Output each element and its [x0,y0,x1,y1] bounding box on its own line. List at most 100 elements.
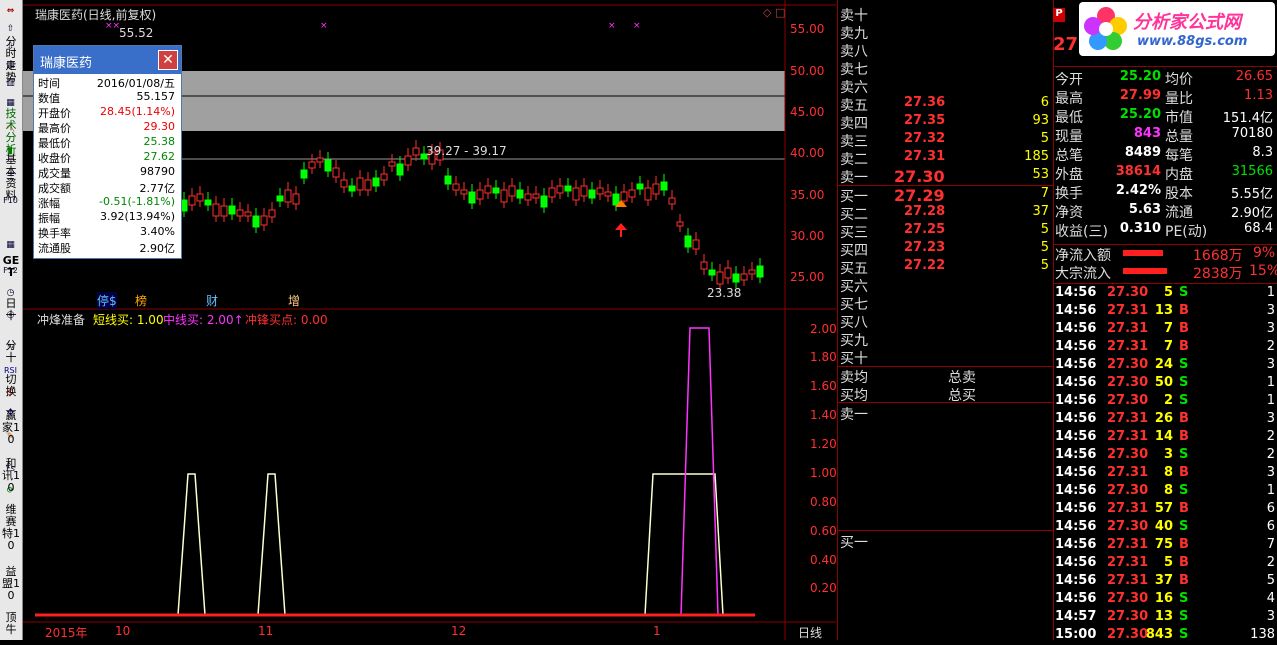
badge-finance[interactable]: 财 [206,292,218,309]
toolbar-label-day[interactable]: 日十 [2,298,20,322]
toolbar-label-dingniu[interactable]: 顶牛 [2,612,20,638]
diamond-icon[interactable]: ◇ [763,6,771,19]
candle-body [372,177,380,187]
logo-text: 分析家公式网 [1133,12,1241,33]
toolbar-label-min[interactable]: 分十 [2,340,20,364]
candle-body [564,185,572,192]
buy-level[interactable]: 买八 [838,312,1053,331]
badge-increase[interactable]: 增 [288,292,300,309]
tick-row[interactable]: 14:56 27.31 5 B 2 [1055,555,1277,573]
ind-y-tick: 2.00 [810,322,837,336]
sell-level[interactable]: 卖六 [838,77,1053,96]
buy-level[interactable]: 买二 27.28 37 [838,204,1053,223]
tick-row[interactable]: 14:56 27.31 14 B 2 [1055,429,1277,447]
y-tick-25: 25.00 [790,270,825,284]
toolbar-label-yingjia[interactable]: 赢家10 [2,410,20,446]
tick-count: 3 [1266,321,1275,336]
tick-row[interactable]: 14:56 27.30 24 S 3 [1055,357,1277,375]
buy-level[interactable]: 买十 [838,348,1053,367]
sell-price: 27.36 [904,95,946,110]
sell-level[interactable]: 卖七 [838,59,1053,78]
toolbar-label-yimeng[interactable]: 益盟10 [2,566,20,602]
popup-row-key: 收盘价 [38,152,71,165]
period-label[interactable]: 日线 [798,624,822,641]
x-label-oct: 10 [115,624,131,638]
tick-row[interactable]: 14:56 27.30 16 S 4 [1055,591,1277,609]
tick-price: 27.31 [1107,573,1149,588]
square-icon[interactable]: □ [775,6,785,19]
sell-level[interactable]: 卖四 27.35 93 [838,113,1053,132]
quote-value: 0.310 [1119,221,1161,236]
sell-level[interactable]: 卖八 [838,41,1053,60]
logo-banner[interactable]: 分析家公式网 www.88gs.com [1079,2,1275,56]
buy-level[interactable]: 买七 [838,294,1053,313]
p-badge-icon[interactable]: P [1053,8,1065,22]
buy-level[interactable]: 买五 27.22 5 [838,258,1053,277]
candle-body [196,193,204,202]
y-tick-55: 55.00 [790,22,825,36]
sell-level[interactable]: 卖三 27.32 5 [838,131,1053,150]
quote-key: 市值 [1165,110,1193,126]
tick-list[interactable]: 14:56 27.30 5 S 1 14:56 27.31 13 B 3 14:56 27.31 7 B 3… [1055,285,1277,642]
ind-y-tick: 1.20 [810,437,837,451]
quote-row: 最高 27.99 量比 1.13 [1053,88,1277,107]
badge-stop[interactable]: 停$ [97,292,117,309]
indicator-name[interactable]: 冲烽准备 [37,311,85,328]
tick-time: 14:57 [1055,609,1097,624]
tick-volume: 13 [1154,303,1173,318]
toolbar-label-2[interactable]: 技术分析 [2,108,20,156]
tick-row[interactable]: 14:56 27.31 26 B 3 [1055,411,1277,429]
sell-level[interactable]: 卖一 27.30 53 [838,167,1053,186]
tick-row[interactable]: 14:56 27.31 37 B 5 [1055,573,1277,591]
tick-row[interactable]: 14:56 27.30 2 S 1 [1055,393,1277,411]
buy-level[interactable]: 买六 [838,276,1053,295]
quote-key: 总量 [1165,129,1193,145]
tick-row[interactable]: 14:56 27.31 57 B 6 [1055,501,1277,519]
tick-row[interactable]: 15:00 27.30 843 S 138 [1055,627,1277,645]
popup-row-key: 成交量 [38,167,71,180]
expand-icon[interactable]: ⇔ [1,2,20,19]
tick-row[interactable]: 14:56 27.31 13 B 3 [1055,303,1277,321]
buy-level[interactable]: 买九 [838,330,1053,349]
tick-row[interactable]: 14:56 27.30 50 S 1 [1055,375,1277,393]
candle-body [476,189,484,200]
sell-level[interactable]: 卖十 [838,5,1053,24]
buy-level[interactable]: 买一 27.29 7 [838,186,1053,205]
tick-row[interactable]: 14:57 27.30 13 S 3 [1055,609,1277,627]
toolbar-label-switch[interactable]: 切换 [2,374,20,398]
tick-row[interactable]: 14:56 27.31 7 B 2 [1055,339,1277,357]
toolbar-label-1[interactable]: 分时走势 [2,36,20,84]
tick-time: 14:56 [1055,321,1097,336]
tick-row[interactable]: 14:56 27.31 75 B 7 [1055,537,1277,555]
popup-row-value: 28.45(1.14%) [99,105,175,118]
close-icon[interactable]: ✕ [158,50,178,70]
flower-logo-icon [1084,7,1127,50]
candle-body [348,185,356,192]
badge-rank[interactable]: 榜 [135,292,147,309]
popup-row-value: 27.62 [143,150,176,163]
candle-body [676,221,684,227]
tick-row[interactable]: 14:56 27.30 3 S 2 [1055,447,1277,465]
tick-row[interactable]: 14:56 27.30 5 S 1 [1055,285,1277,303]
candle-body [204,199,212,206]
sell-level[interactable]: 卖九 [838,23,1053,42]
toolbar-label-get[interactable]: GET [2,255,20,285]
tick-row[interactable]: 14:56 27.31 7 B 3 [1055,321,1277,339]
quote-key: 流通 [1165,205,1193,221]
toolbar-label-3[interactable]: 基本资料 [2,154,20,202]
sell-level[interactable]: 卖五 27.36 6 [838,95,1053,114]
popup-row: 成交量 98790 [34,165,179,180]
buy-level[interactable]: 买三 27.25 5 [838,222,1053,241]
sell-volume: 53 [1032,167,1049,182]
ind-y-tick: 1.80 [810,350,837,364]
table-icon[interactable]: ▦ [1,236,20,253]
tick-row[interactable]: 14:56 27.30 40 S 6 [1055,519,1277,537]
toolbar-label-weisaite[interactable]: 维赛特10 [2,504,20,552]
toolbar-label-hexun[interactable]: 和讯10 [2,458,20,494]
tick-row[interactable]: 14:56 27.30 8 S 1 [1055,483,1277,501]
sell-level[interactable]: 卖二 27.31 185 [838,149,1053,168]
tick-row[interactable]: 14:56 27.31 8 B 3 [1055,465,1277,483]
candle-body [508,185,516,197]
candle-body [700,261,708,270]
buy-level[interactable]: 买四 27.23 5 [838,240,1053,259]
